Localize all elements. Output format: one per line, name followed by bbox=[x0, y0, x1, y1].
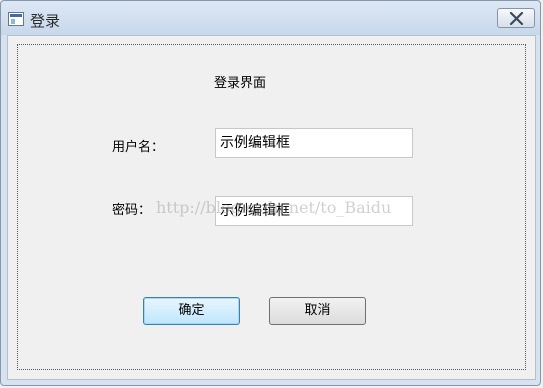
window-title: 登录 bbox=[30, 12, 61, 30]
username-input[interactable]: 示例编辑框 bbox=[215, 128, 413, 158]
app-window-icon bbox=[8, 12, 24, 26]
ok-button[interactable]: 确定 bbox=[143, 297, 240, 325]
title-bar[interactable]: 登录 bbox=[1, 1, 540, 35]
close-button[interactable] bbox=[497, 8, 535, 28]
login-window: 登录 登录界面 用户名： 示例编辑框 密码： 示例编辑框 http://blog… bbox=[0, 0, 541, 386]
close-icon bbox=[509, 12, 524, 25]
password-label: 密码： bbox=[112, 203, 152, 218]
cancel-button[interactable]: 取消 bbox=[269, 297, 366, 325]
dialog-content: 登录界面 用户名： 示例编辑框 密码： 示例编辑框 http://blog.cs… bbox=[7, 35, 536, 380]
form-heading: 登录界面 bbox=[214, 76, 267, 91]
username-label: 用户名： bbox=[112, 140, 165, 155]
watermark-text: http://blog.csdn.net/to_Baidu bbox=[156, 198, 392, 217]
